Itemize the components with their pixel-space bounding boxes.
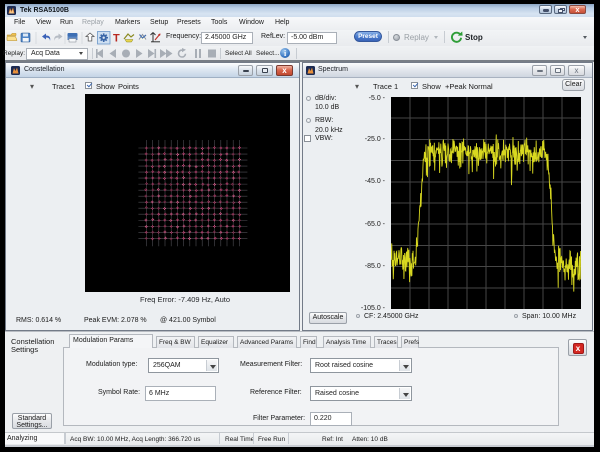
svg-text:T: T [113, 33, 120, 45]
